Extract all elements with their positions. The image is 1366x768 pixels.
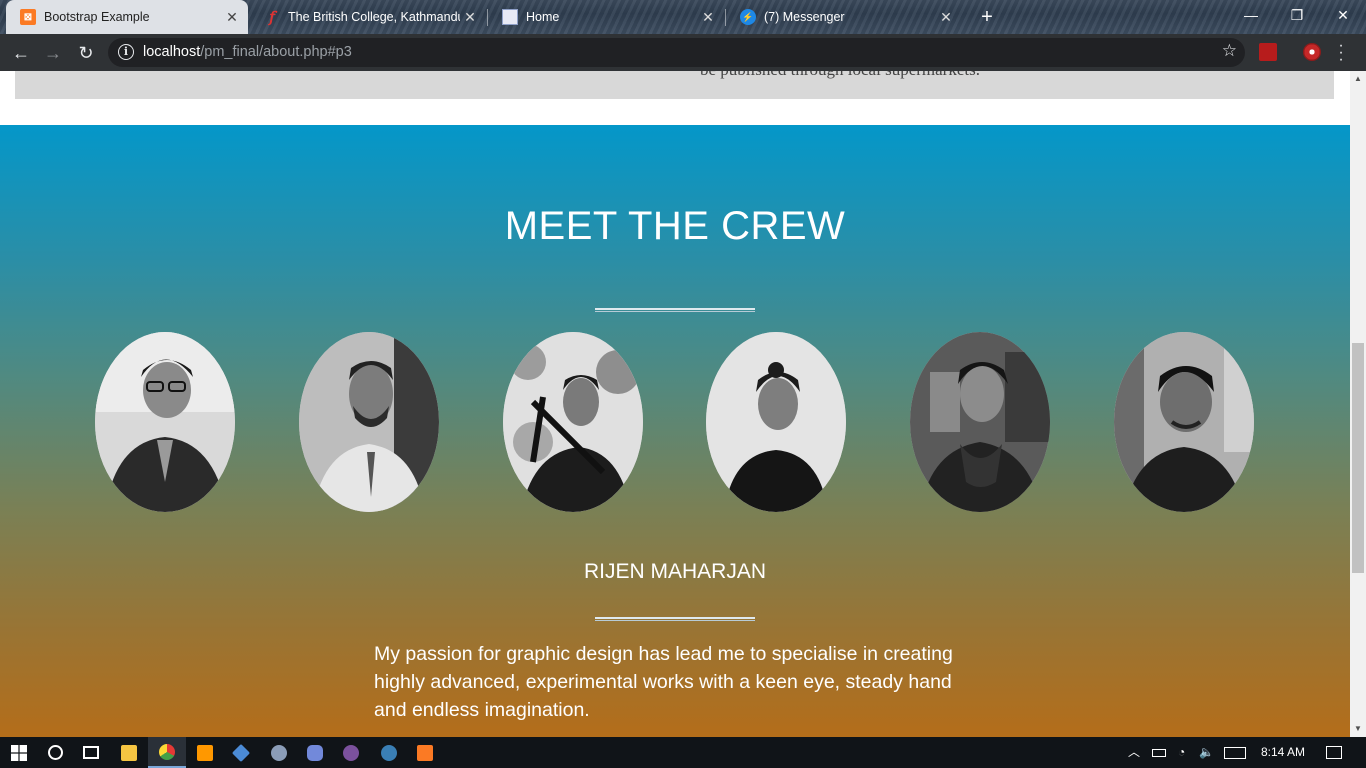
crew-member-photo[interactable] xyxy=(910,332,1050,512)
url-host: localhost xyxy=(143,44,201,60)
cortana-icon[interactable] xyxy=(36,737,74,768)
crew-member-photo[interactable] xyxy=(1114,332,1254,512)
tab-home[interactable]: Home ✕ xyxy=(488,0,724,34)
action-center-icon[interactable] xyxy=(1326,737,1342,768)
browser-toolbar: ← → ↻ i localhost/pm_final/about.php#p3 … xyxy=(0,34,1366,71)
messenger-icon: ⚡ xyxy=(740,9,756,25)
tab-british-college[interactable]: 𝑓 The British College, Kathmandu : ✕ xyxy=(250,0,486,34)
volume-icon[interactable]: 🔈 xyxy=(1199,737,1214,768)
forward-button[interactable]: → xyxy=(40,40,66,66)
bookmark-star-icon[interactable]: ☆ xyxy=(1222,41,1237,61)
college-icon: 𝑓 xyxy=(269,8,275,26)
chrome-icon[interactable] xyxy=(148,737,186,768)
close-window-button[interactable]: ✕ xyxy=(1320,0,1366,30)
page-scrollbar[interactable]: ▲ ▼ xyxy=(1350,71,1366,737)
info-icon[interactable]: i xyxy=(118,44,134,60)
crew-member-photo[interactable] xyxy=(95,332,235,512)
battery-icon[interactable] xyxy=(1152,737,1166,768)
back-button[interactable]: ← xyxy=(8,40,34,66)
wifi-icon[interactable]: ◔ xyxy=(1178,737,1185,768)
scroll-up-arrow-icon[interactable]: ▲ xyxy=(1350,71,1366,87)
clock[interactable]: 8:14 AM xyxy=(1261,737,1305,768)
name-divider xyxy=(595,617,755,621)
maximize-button[interactable]: ❐ xyxy=(1274,0,1320,30)
keyboard-icon[interactable] xyxy=(1224,737,1246,768)
previous-section-box: be published through local supermarkets. xyxy=(15,71,1334,99)
close-tab-icon[interactable]: ✕ xyxy=(936,9,956,26)
windows-taskbar: ︿ ◔ 🔈 8:14 AM xyxy=(0,737,1366,768)
crew-member-photo[interactable] xyxy=(299,332,439,512)
viber-icon[interactable] xyxy=(332,737,370,768)
cut-off-text: be published through local supermarkets. xyxy=(700,71,980,80)
section-title: MEET THE CREW xyxy=(504,204,846,248)
steam-icon[interactable] xyxy=(370,737,408,768)
start-icon[interactable] xyxy=(0,737,38,768)
xampp-icon: ⊠ xyxy=(20,9,36,25)
profile-avatar[interactable] xyxy=(1303,43,1321,61)
tab-title: The British College, Kathmandu : xyxy=(288,10,460,24)
close-tab-icon[interactable]: ✕ xyxy=(222,9,242,26)
tab-title: Home xyxy=(526,10,560,24)
scroll-down-arrow-icon[interactable]: ▼ xyxy=(1350,721,1366,737)
tab-strip: ⊠ Bootstrap Example ✕ 𝑓 The British Coll… xyxy=(0,0,1366,34)
extension-icon[interactable] xyxy=(1259,43,1277,61)
sublime-text-icon[interactable] xyxy=(186,737,224,768)
vlc-icon[interactable] xyxy=(260,737,298,768)
task-view-icon[interactable] xyxy=(72,737,110,768)
url-text[interactable]: localhost/pm_final/about.php#p3 xyxy=(143,44,352,60)
scrollbar-thumb[interactable] xyxy=(1352,343,1364,573)
close-tab-icon[interactable]: ✕ xyxy=(460,9,480,26)
show-hidden-icons-chevron-icon[interactable]: ︿ xyxy=(1128,737,1140,768)
xampp-icon[interactable] xyxy=(406,737,444,768)
new-tab-button[interactable]: + xyxy=(975,5,999,29)
reload-button[interactable]: ↻ xyxy=(73,40,99,66)
tab-title: Bootstrap Example xyxy=(44,10,150,24)
address-bar[interactable]: i localhost/pm_final/about.php#p3 ☆ xyxy=(108,38,1245,67)
page-icon xyxy=(502,9,518,25)
discord-icon[interactable] xyxy=(296,737,334,768)
tab-bootstrap-example[interactable]: ⊠ Bootstrap Example ✕ xyxy=(6,0,248,34)
meet-the-crew-section: MEET THE CREW RIJEN MAHARJAN My passion … xyxy=(0,125,1350,737)
network-app-icon[interactable] xyxy=(222,737,260,768)
title-divider xyxy=(595,308,755,312)
selected-member-bio: My passion for graphic design has lead m… xyxy=(374,643,953,721)
tab-title: (7) Messenger xyxy=(764,10,845,24)
url-path: /pm_final/about.php#p3 xyxy=(200,44,352,60)
file-explorer-icon[interactable] xyxy=(110,737,148,768)
crew-member-photo[interactable] xyxy=(503,332,643,512)
selected-member-name: RIJEN MAHARJAN xyxy=(583,560,767,583)
tab-messenger[interactable]: ⚡ (7) Messenger ✕ xyxy=(726,0,962,34)
page-viewport: be published through local supermarkets.… xyxy=(0,71,1350,737)
minimize-button[interactable]: — xyxy=(1228,0,1274,30)
crew-member-photo[interactable] xyxy=(706,332,846,512)
chrome-menu-icon[interactable]: · · · xyxy=(1337,38,1345,68)
close-tab-icon[interactable]: ✕ xyxy=(698,9,718,26)
